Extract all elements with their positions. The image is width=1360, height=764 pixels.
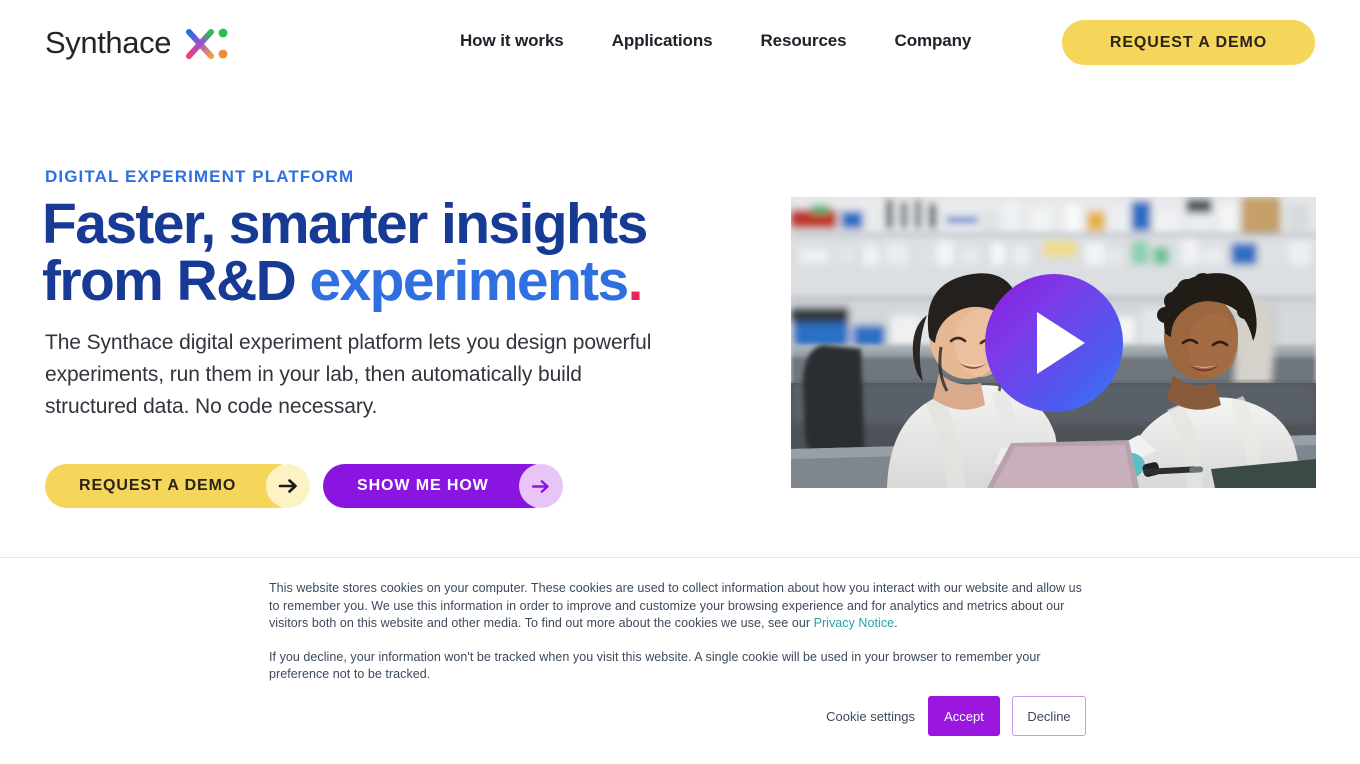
play-button[interactable] (984, 273, 1123, 412)
arrow-right-icon (266, 464, 311, 508)
headline-period: . (627, 249, 644, 313)
arrow-right-icon (518, 464, 563, 508)
privacy-notice-link[interactable]: Privacy Notice (814, 616, 895, 630)
hero-show-me-how-button[interactable]: SHOW ME HOW (323, 464, 563, 508)
headline-line-2-plain: from R&D (42, 249, 310, 313)
hero-description: The Synthace digital experiment platform… (45, 331, 652, 418)
cookie-paragraph-1: This website stores cookies on your comp… (269, 580, 1086, 633)
headline-line-2: from R&D experiments. (42, 253, 682, 310)
cookie-paragraph-1-period: . (894, 616, 898, 630)
hero-eyebrow: DIGITAL EXPERIMENT PLATFORM (45, 167, 355, 186)
hero-request-demo-button[interactable]: REQUEST A DEMO (45, 464, 311, 508)
play-triangle-icon (1036, 311, 1085, 374)
cookie-banner-actions: Cookie settings Accept Decline (269, 696, 1086, 736)
hero-cta-group: REQUEST A DEMO SHOW ME HOW (45, 464, 563, 508)
cookie-paragraph-1-text: This website stores cookies on your comp… (269, 581, 1082, 630)
hero-video-thumbnail[interactable] (791, 197, 1316, 488)
cookie-accept-button[interactable]: Accept (928, 696, 1000, 736)
cookie-settings-link[interactable]: Cookie settings (826, 709, 915, 724)
page-title: Faster, smarter insights from R&D experi… (42, 196, 682, 310)
cookie-paragraph-2: If you decline, your information won't b… (269, 649, 1041, 682)
headline-line-1: Faster, smarter insights (42, 192, 648, 256)
cookie-consent-banner: This website stores cookies on your comp… (0, 558, 1360, 764)
headline-accent-word: experiments (309, 249, 629, 313)
hero-show-me-how-label: SHOW ME HOW (357, 477, 489, 494)
cookie-decline-button[interactable]: Decline (1012, 696, 1086, 736)
hero-request-demo-label: REQUEST A DEMO (79, 477, 237, 494)
hero-section: DIGITAL EXPERIMENT PLATFORM Faster, smar… (0, 0, 1360, 557)
cookie-banner-text: This website stores cookies on your comp… (269, 580, 1086, 684)
